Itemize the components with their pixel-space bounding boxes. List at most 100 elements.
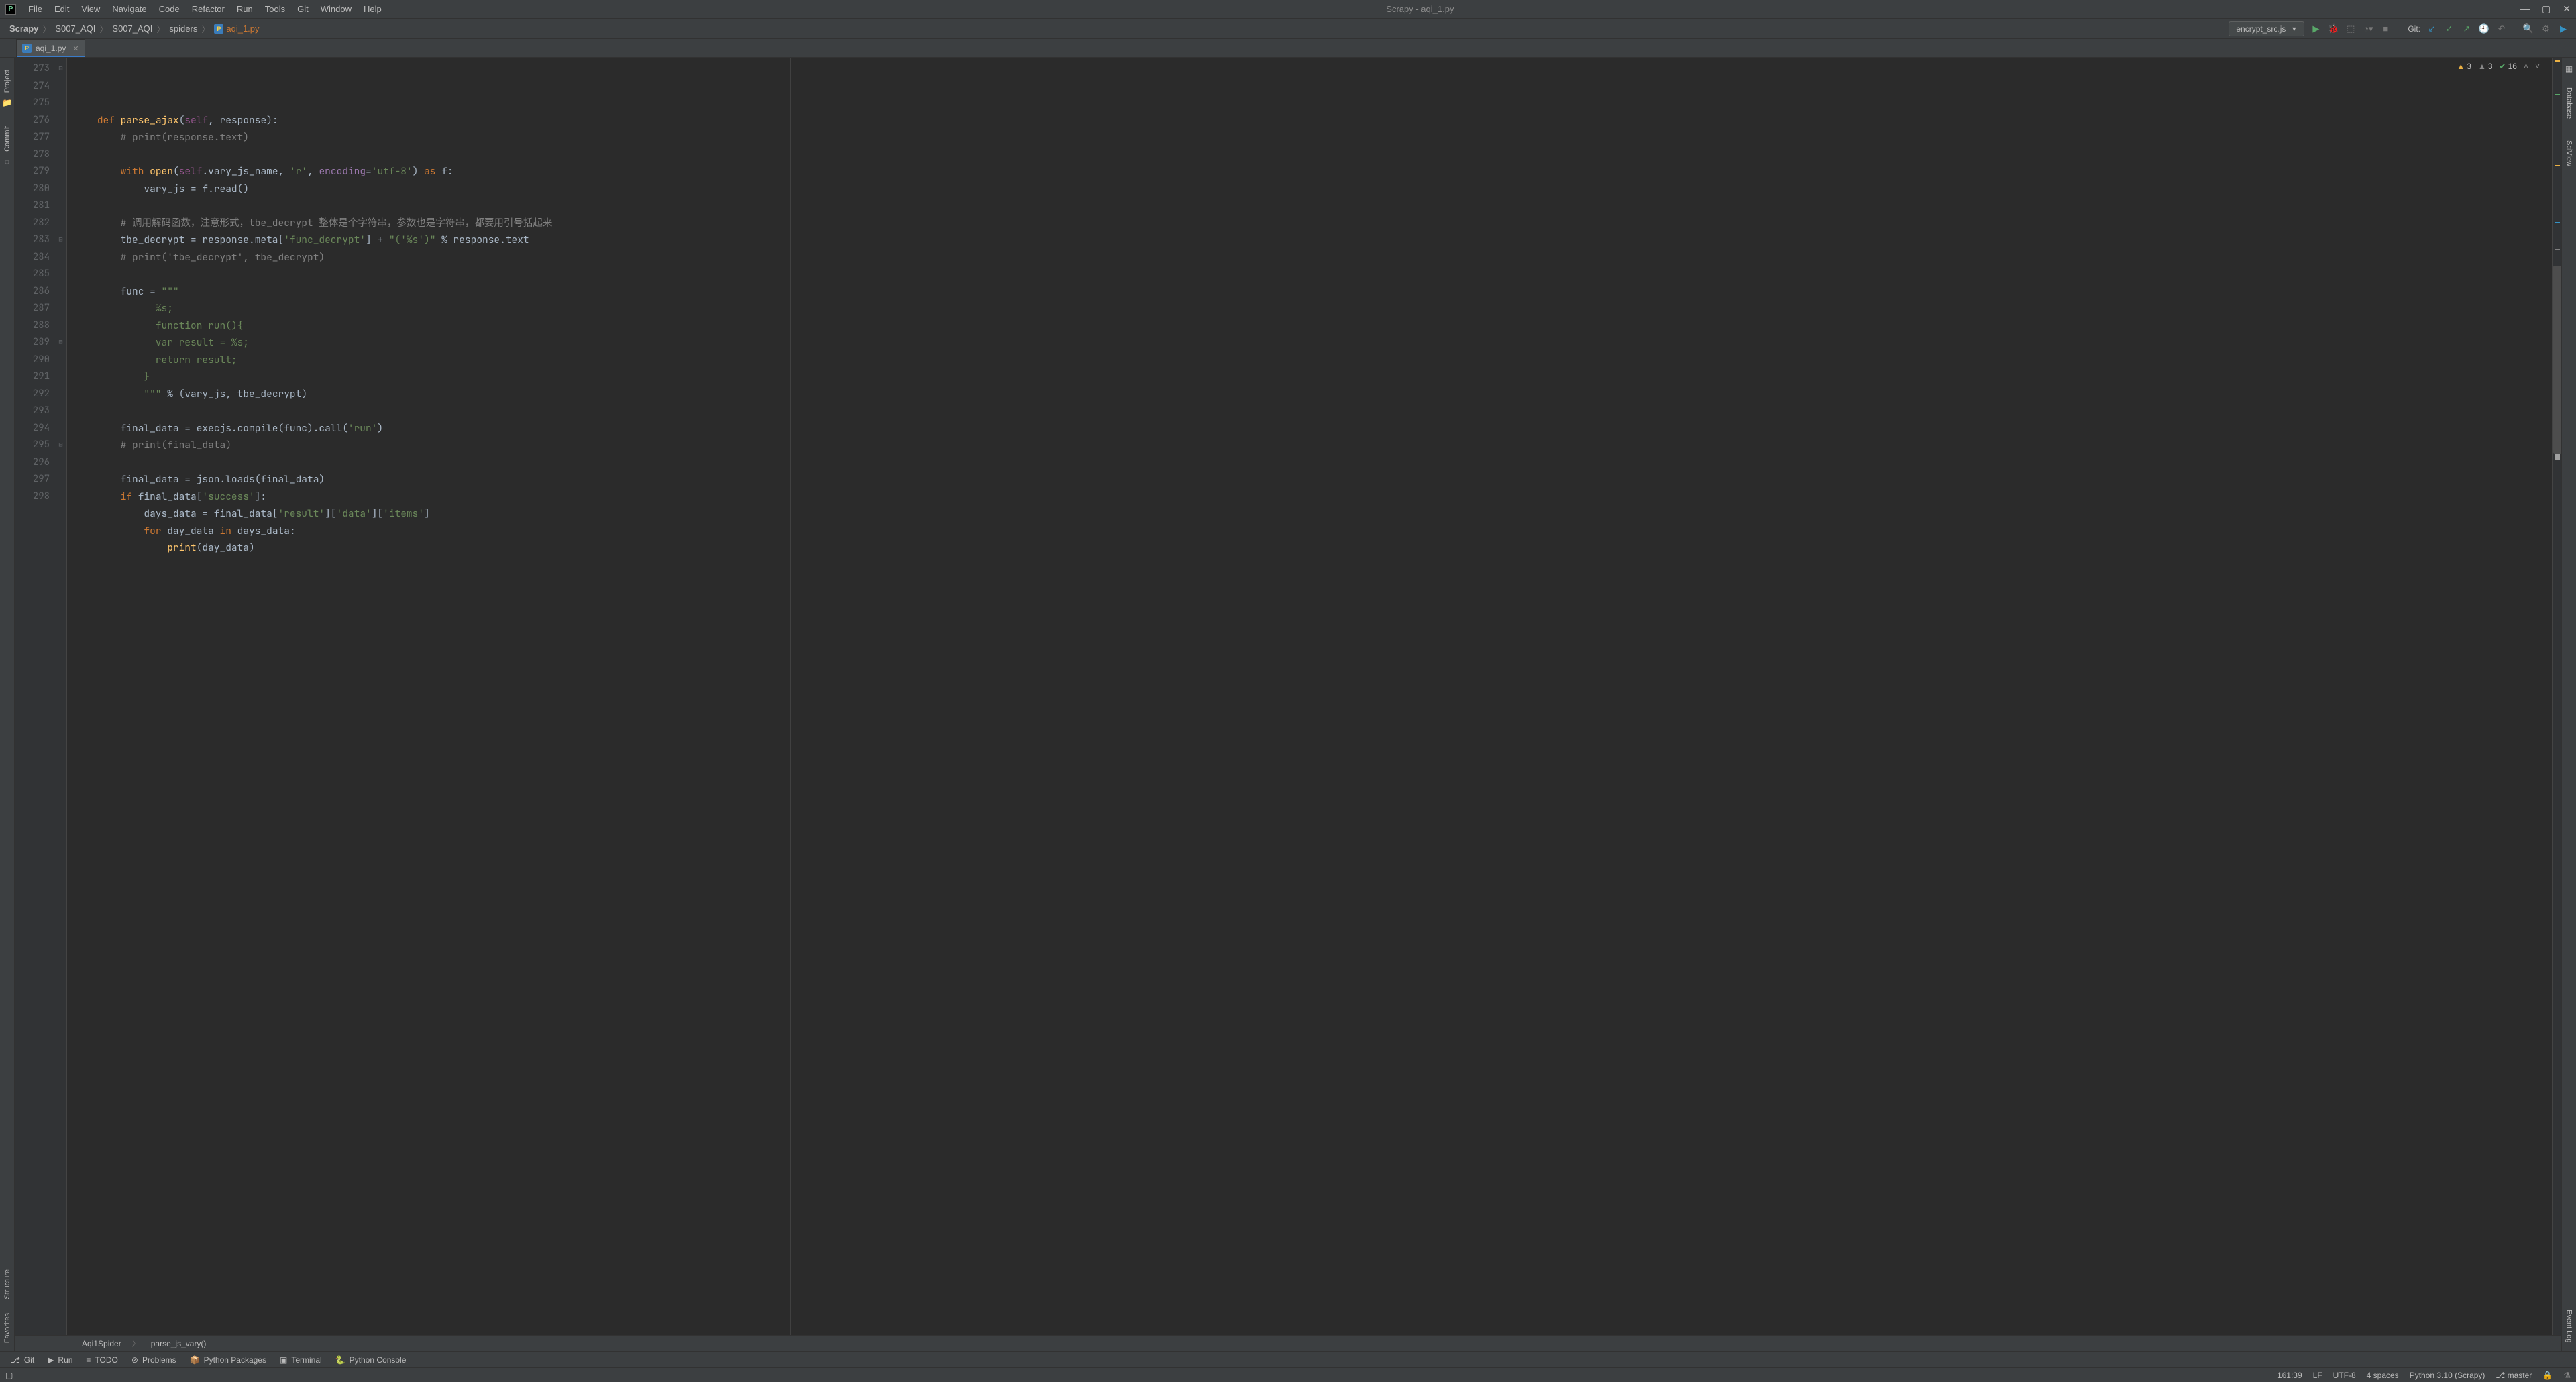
search-icon[interactable]: 🔍 <box>2522 23 2534 35</box>
close-tab-icon[interactable]: ✕ <box>72 44 78 53</box>
minimize-button[interactable]: — <box>2520 3 2530 15</box>
breadcrumb-item[interactable]: Paqi_1.py <box>211 22 262 35</box>
vertical-scrollbar[interactable] <box>2553 266 2561 454</box>
code-line[interactable]: function run(){ <box>74 317 2552 335</box>
lock-icon[interactable]: 🔒 <box>2542 1371 2553 1380</box>
file-encoding[interactable]: UTF-8 <box>2333 1371 2356 1380</box>
interpreter[interactable]: Python 3.10 (Scrapy) <box>2410 1371 2485 1380</box>
status-bar: ▢ 161:39 LF UTF-8 4 spaces Python 3.10 (… <box>0 1367 2576 1382</box>
code-line[interactable]: %s; <box>74 300 2552 317</box>
sync-icon[interactable]: ▶ <box>2557 23 2569 35</box>
menu-view[interactable]: View <box>76 1 105 17</box>
toolbar-right: encrypt_src.js ▼ ▶ 🐞 ⬚ ◔▾ ■ Git: ↙ ✓ ↗ 🕘… <box>2229 21 2569 36</box>
debug-icon[interactable]: 🐞 <box>2327 23 2339 35</box>
code-line[interactable]: """ % (vary_js, tbe_decrypt) <box>74 386 2552 403</box>
code-line[interactable] <box>74 454 2552 472</box>
tool-problems[interactable]: ⊘Problems <box>126 1354 182 1366</box>
code-line[interactable]: print(day_data) <box>74 539 2552 557</box>
code-line[interactable] <box>74 197 2552 215</box>
tool-python-packages[interactable]: 📦Python Packages <box>184 1354 272 1366</box>
code-line[interactable]: # 调用解码函数，注意形式，tbe_decrypt 整体是个字符串，参数也是字符… <box>74 215 2552 232</box>
tool-git[interactable]: ⎇Git <box>5 1354 40 1366</box>
code-line[interactable]: vary_js = f.read() <box>74 180 2552 198</box>
structure-tool-button[interactable]: Structure <box>3 1269 11 1299</box>
menu-git[interactable]: Git <box>292 1 314 17</box>
crumb-method[interactable]: parse_js_vary() <box>151 1339 207 1348</box>
line-separator[interactable]: LF <box>2313 1371 2322 1380</box>
coverage-icon[interactable]: ⬚ <box>2345 23 2357 35</box>
menu-edit[interactable]: Edit <box>49 1 74 17</box>
code-line[interactable]: with open(self.vary_js_name, 'r', encodi… <box>74 163 2552 180</box>
code-line[interactable] <box>74 403 2552 420</box>
python-file-icon: P <box>214 24 223 34</box>
prev-highlight-icon[interactable]: ˄ <box>2524 62 2528 71</box>
event-log-button[interactable]: Event Log <box>2565 1310 2573 1343</box>
menu-code[interactable]: Code <box>154 1 185 17</box>
code-line[interactable]: final_data = json.loads(final_data) <box>74 471 2552 488</box>
menu-file[interactable]: File <box>23 1 48 17</box>
git-history-icon[interactable]: 🕘 <box>2478 23 2490 35</box>
breadcrumb-item[interactable]: S007_AQI <box>109 22 155 35</box>
inspection-widget[interactable]: ▲3 ▲3 ✔16 ˄ ˅ <box>2457 62 2540 71</box>
code-breadcrumbs: Aqi1Spider 〉 parse_js_vary() <box>15 1335 2561 1351</box>
code-line[interactable]: return result; <box>74 352 2552 369</box>
menu-run[interactable]: Run <box>231 1 258 17</box>
project-tool-button[interactable]: Project <box>3 70 11 93</box>
code-line[interactable]: var result = %s; <box>74 334 2552 352</box>
code-line[interactable]: if final_data['success']: <box>74 488 2552 506</box>
tab-aqi-1-py[interactable]: P aqi_1.py ✕ <box>16 39 85 57</box>
code-line[interactable]: tbe_decrypt = response.meta['func_decryp… <box>74 231 2552 249</box>
git-push-icon[interactable]: ↗ <box>2461 23 2473 35</box>
error-icon: ▲ <box>2457 62 2465 71</box>
close-button[interactable]: ✕ <box>2563 3 2571 15</box>
sync-status-icon[interactable]: ⚗ <box>2563 1371 2571 1380</box>
fold-gutter: ⊟⊟⊟⊟ <box>55 58 67 1335</box>
tool-todo[interactable]: ≡TODO <box>80 1354 123 1366</box>
favorites-tool-button[interactable]: Favorites <box>3 1313 11 1343</box>
code-line[interactable]: # print(final_data) <box>74 437 2552 454</box>
crumb-class[interactable]: Aqi1Spider <box>82 1339 121 1348</box>
commit-tool-button[interactable]: Commit <box>3 126 11 152</box>
tool-terminal[interactable]: ▣Terminal <box>274 1354 327 1366</box>
sciview-tool-button[interactable]: SciView <box>2565 140 2573 166</box>
breadcrumb-item[interactable]: S007_AQI <box>52 22 98 35</box>
code-line[interactable]: } <box>74 368 2552 386</box>
menu-tools[interactable]: Tools <box>260 1 290 17</box>
tool-run[interactable]: ▶Run <box>42 1354 78 1366</box>
code-line[interactable] <box>74 266 2552 283</box>
notifications-icon[interactable]: ▦ <box>2565 64 2573 74</box>
git-label: Git: <box>2408 24 2420 34</box>
breadcrumb-item[interactable]: Scrapy <box>7 22 41 35</box>
maximize-button[interactable]: ▢ <box>2542 3 2551 15</box>
git-rollback-icon[interactable]: ↶ <box>2496 23 2508 35</box>
code-line[interactable]: func = """ <box>74 283 2552 301</box>
tool-python-console[interactable]: 🐍Python Console <box>330 1354 412 1366</box>
error-stripe[interactable] <box>2552 58 2561 1335</box>
code-line[interactable]: # print('tbe_decrypt', tbe_decrypt) <box>74 249 2552 266</box>
menu-navigate[interactable]: Navigate <box>107 1 152 17</box>
code-line[interactable]: final_data = execjs.compile(func).call('… <box>74 420 2552 437</box>
breadcrumb-item[interactable]: spiders <box>166 22 200 35</box>
code-line[interactable]: # print(response.text) <box>74 129 2552 146</box>
indent-setting[interactable]: 4 spaces <box>2367 1371 2399 1380</box>
profile-icon[interactable]: ◔▾ <box>2362 23 2374 35</box>
code-content[interactable]: def parse_ajax(self, response): # print(… <box>67 58 2552 1335</box>
database-tool-button[interactable]: Database <box>2565 87 2573 119</box>
code-line[interactable]: days_data = final_data['result']['data']… <box>74 505 2552 523</box>
window-title: Scrapy - aqi_1.py <box>320 4 2520 14</box>
status-left-icon[interactable]: ▢ <box>5 1371 13 1380</box>
code-line[interactable]: for day_data in days_data: <box>74 523 2552 540</box>
stop-icon[interactable]: ■ <box>2379 23 2392 35</box>
code-line[interactable] <box>74 146 2552 164</box>
run-icon[interactable]: ▶ <box>2310 23 2322 35</box>
menu-refactor[interactable]: Refactor <box>186 1 230 17</box>
git-update-icon[interactable]: ↙ <box>2426 23 2438 35</box>
run-config-selector[interactable]: encrypt_src.js ▼ <box>2229 21 2304 36</box>
cursor-position[interactable]: 161:39 <box>2277 1371 2302 1380</box>
git-branch[interactable]: ⎇ master <box>2496 1371 2532 1380</box>
code-line[interactable]: def parse_ajax(self, response): <box>74 112 2552 129</box>
settings-icon[interactable]: ⚙ <box>2540 23 2552 35</box>
next-highlight-icon[interactable]: ˅ <box>2535 62 2540 71</box>
git-commit-icon[interactable]: ✓ <box>2443 23 2455 35</box>
weak-warning-icon: ✔ <box>2500 62 2506 71</box>
